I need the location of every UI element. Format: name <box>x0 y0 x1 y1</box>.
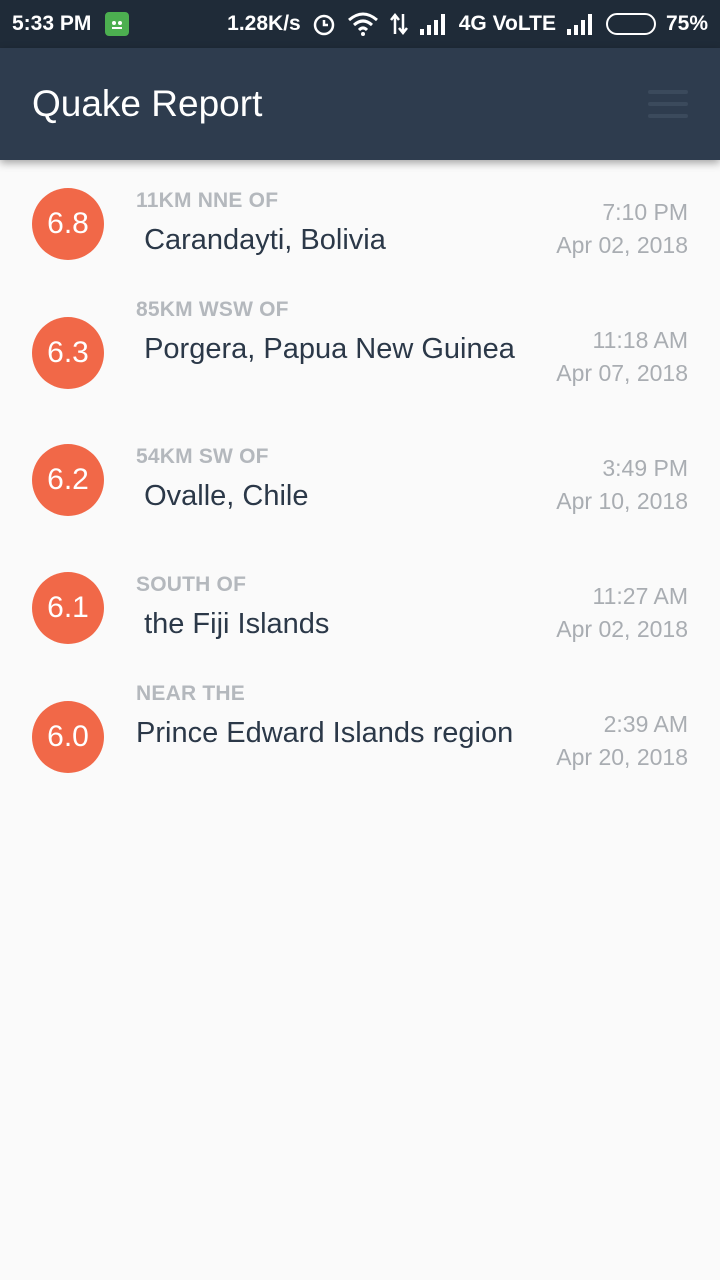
quake-date: Apr 02, 2018 <box>556 232 688 258</box>
location-offset: SOUTH OF <box>136 573 247 596</box>
magnitude-circle: 6.2 <box>32 444 104 516</box>
notification-app-icon <box>105 12 130 36</box>
quake-time: 11:18 AM <box>592 327 688 353</box>
status-bar: 5:33 PM 1.28K/s 4G VoLTE 75% <box>0 0 720 48</box>
quake-date: Apr 10, 2018 <box>556 488 688 514</box>
location-offset: 85KM WSW OF <box>136 298 289 321</box>
location-block: 11KM NNE OF Carandayti, Bolivia <box>136 188 516 259</box>
app-bar: Quake Report <box>0 48 720 160</box>
quake-time: 11:27 AM <box>592 583 688 609</box>
location-offset: 11KM NNE OF <box>136 189 279 212</box>
primary-location: Porgera, Papua New Guinea <box>136 333 515 365</box>
earthquake-list-item[interactable]: 6.0 NEAR THE Prince Edward Islands region 2… <box>0 160 720 773</box>
quake-date: Apr 02, 2018 <box>556 616 688 642</box>
location-block: SOUTH OF the Fiji Islands <box>136 572 516 643</box>
data-transfer-icon <box>389 12 409 36</box>
datetime-block: 11:27 AM Apr 02, 2018 <box>556 580 688 646</box>
primary-location: Carandayti, Bolivia <box>136 224 386 256</box>
datetime-block: 2:39 AM Apr 20, 2018 <box>556 708 688 774</box>
battery-icon <box>605 13 656 35</box>
status-time: 5:33 PM <box>12 12 92 35</box>
alarm-icon <box>311 11 337 37</box>
location-offset: 54KM SW OF <box>136 445 269 468</box>
magnitude-circle: 6.1 <box>32 572 104 644</box>
datetime-block: 11:18 AM Apr 07, 2018 <box>556 324 688 390</box>
primary-location: the Fiji Islands <box>136 608 330 640</box>
network-type: 4G VoLTE <box>458 12 556 35</box>
location-block: NEAR THE Prince Edward Islands region <box>136 681 516 752</box>
datetime-block: 3:49 PM Apr 10, 2018 <box>556 452 688 518</box>
app-title: Quake Report <box>32 83 263 124</box>
quake-time: 3:49 PM <box>602 455 688 481</box>
datetime-block: 7:10 PM Apr 02, 2018 <box>556 196 688 262</box>
signal-icon-2 <box>566 13 596 35</box>
quake-date: Apr 07, 2018 <box>556 360 688 386</box>
location-block: 85KM WSW OF Porgera, Papua New Guinea <box>136 297 516 368</box>
quake-time: 2:39 AM <box>603 711 688 737</box>
network-speed: 1.28K/s <box>227 12 301 35</box>
magnitude-circle: 6.8 <box>32 188 104 260</box>
signal-icon <box>419 13 449 35</box>
magnitude-circle: 6.3 <box>32 317 104 389</box>
quake-date: Apr 20, 2018 <box>556 744 688 770</box>
primary-location: Ovalle, Chile <box>136 480 309 512</box>
menu-icon[interactable] <box>648 84 688 124</box>
location-block: 54KM SW OF Ovalle, Chile <box>136 444 516 515</box>
quake-time: 7:10 PM <box>602 199 688 225</box>
battery-percent: 75% <box>665 12 708 35</box>
magnitude-circle: 6.0 <box>32 701 104 773</box>
location-offset: NEAR THE <box>136 682 245 705</box>
primary-location: Prince Edward Islands region <box>136 717 514 749</box>
wifi-icon <box>347 12 379 36</box>
